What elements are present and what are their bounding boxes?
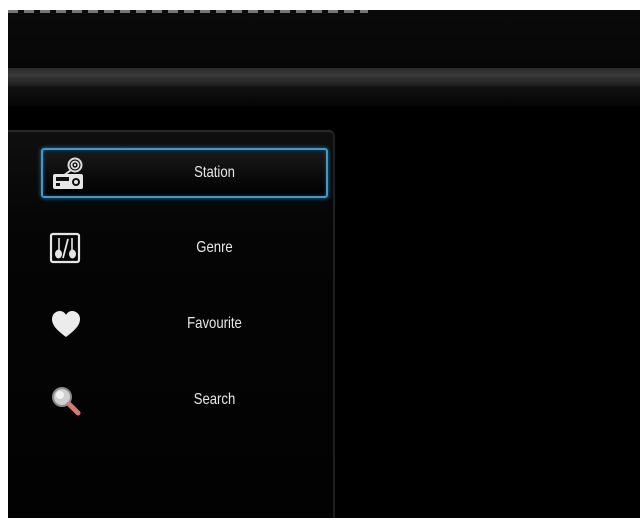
header-dots xyxy=(8,10,368,13)
header-bar xyxy=(8,10,640,106)
heart-icon xyxy=(49,308,83,342)
menu-item-favourite[interactable]: Favourite xyxy=(41,301,328,351)
menu-item-label: Station xyxy=(194,164,235,181)
menu-item-label: Genre xyxy=(196,239,233,256)
menu-item-genre[interactable]: Genre xyxy=(41,225,328,275)
magnifier-icon xyxy=(49,384,83,418)
header-divider xyxy=(8,68,640,86)
menu-item-search[interactable]: Search xyxy=(41,377,328,427)
guitar-genre-icon xyxy=(49,232,83,266)
menu-item-station[interactable]: Station xyxy=(41,148,328,198)
menu-item-label: Search xyxy=(193,391,236,408)
tv-screen: Station Genre Favourite Search xyxy=(8,10,640,518)
menu-item-label: Favourite xyxy=(187,315,242,332)
header-sub-band xyxy=(8,86,640,106)
radio-station-icon xyxy=(51,157,85,191)
